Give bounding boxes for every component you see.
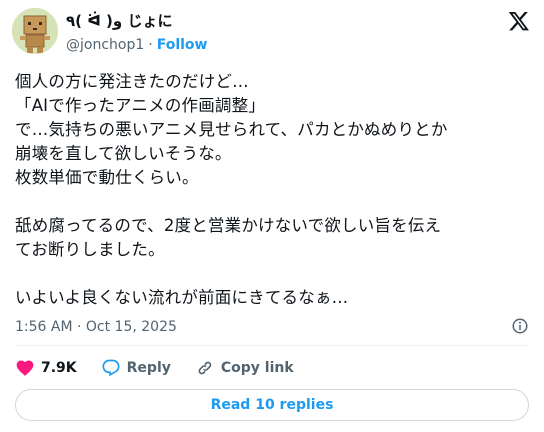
tweet-text: 個人の方に発注きたのだけど… 「AIで作ったアニメの作画調整」 で…気持ちの悪い… xyxy=(15,72,448,307)
reply-button[interactable]: Reply xyxy=(101,358,171,378)
copy-link-label: Copy link xyxy=(220,360,294,376)
author-handle-row: @jonchop1 · Follow xyxy=(66,36,207,54)
like-count: 7.9K xyxy=(41,360,77,376)
copy-link-button[interactable]: Copy link xyxy=(195,358,294,378)
tweet-meta-row: 1:56 AM · Oct 15, 2025 xyxy=(15,317,529,337)
avatar[interactable] xyxy=(12,8,58,54)
read-replies-button[interactable]: Read 10 replies xyxy=(15,389,529,421)
like-button[interactable]: 7.9K xyxy=(15,358,77,378)
divider xyxy=(15,345,529,346)
reply-bubble-icon xyxy=(102,359,120,377)
heart-icon xyxy=(16,360,34,376)
separator-dot: · xyxy=(148,37,153,53)
author-handle[interactable]: @jonchop1 xyxy=(66,37,144,53)
reply-label: Reply xyxy=(126,360,171,376)
author-display-name[interactable]: ٩( ᐛ )و じょに xyxy=(66,12,172,30)
x-logo-icon[interactable] xyxy=(508,10,530,32)
avatar-cardboard-robot-icon xyxy=(12,8,58,54)
tweet-actions: 7.9K Reply Copy link xyxy=(15,356,318,380)
link-icon xyxy=(198,361,212,375)
tweet-card: ٩( ᐛ )و じょに @jonchop1 · Follow 個人の方に発注きたのだ… xyxy=(0,0,544,432)
follow-button[interactable]: Follow xyxy=(157,37,208,53)
tweet-timestamp[interactable]: 1:56 AM · Oct 15, 2025 xyxy=(15,319,177,335)
info-icon[interactable] xyxy=(511,317,529,335)
